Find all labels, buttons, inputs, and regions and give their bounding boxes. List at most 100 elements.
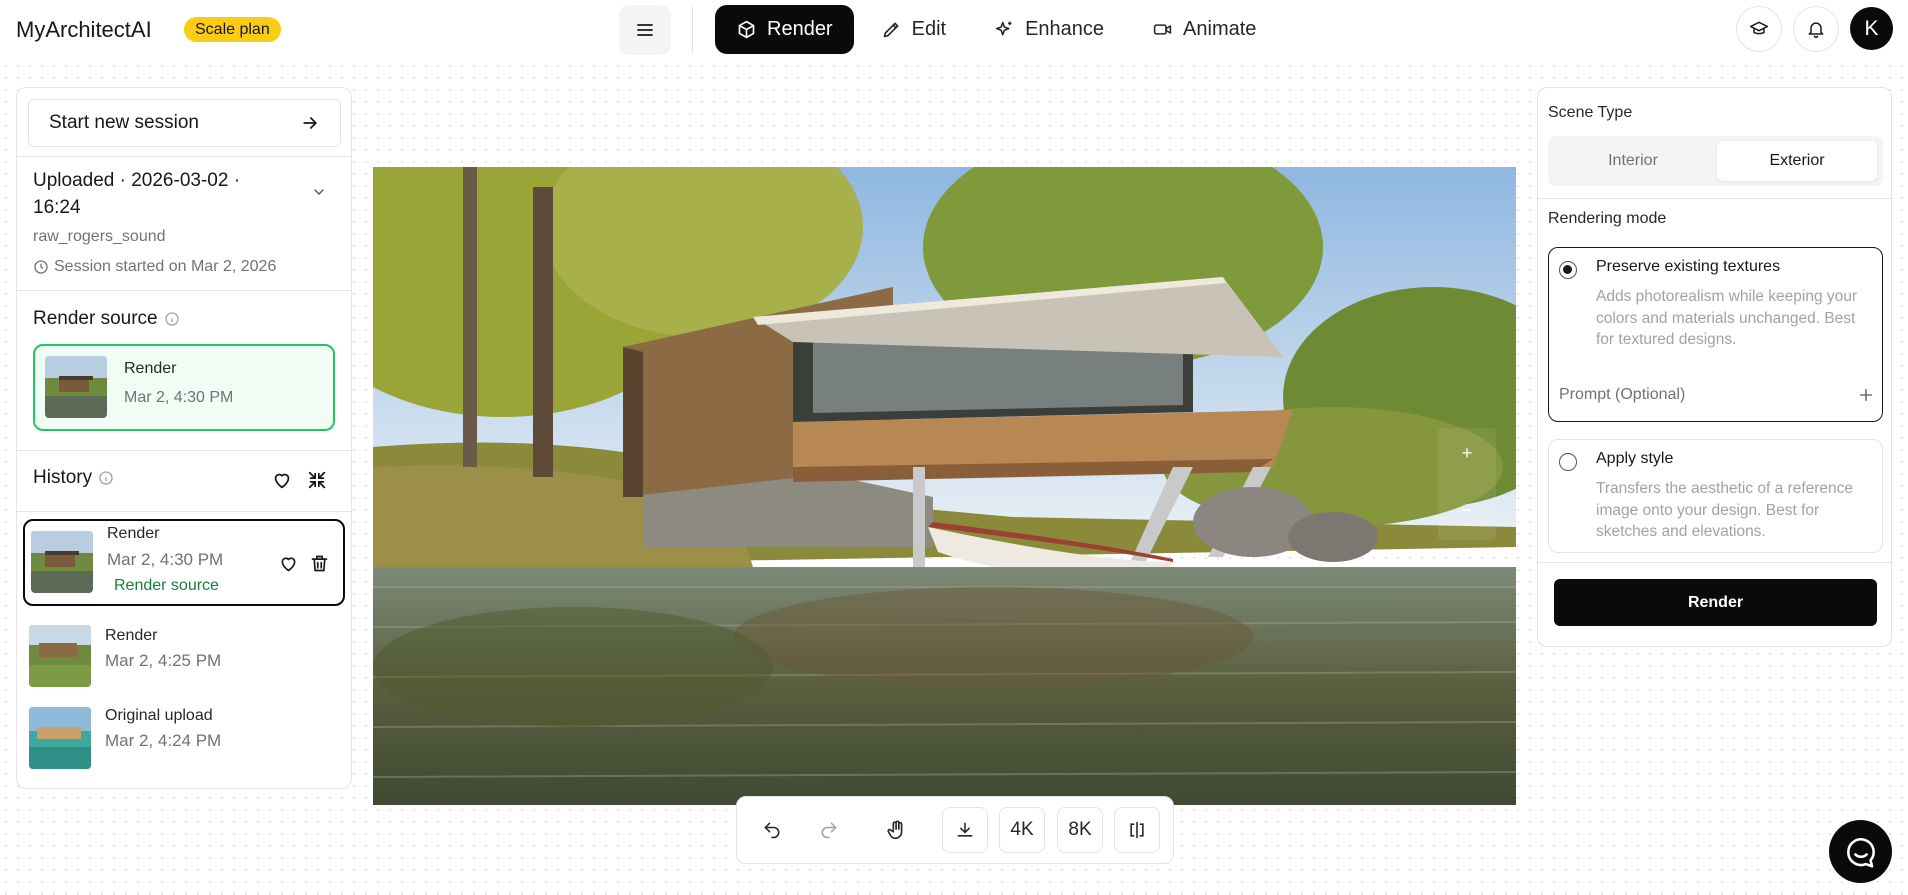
pencil-icon — [883, 22, 899, 38]
zoom-controls: + − — [1438, 428, 1496, 540]
chevron-down-icon[interactable] — [311, 184, 327, 200]
zoom-out-button[interactable]: − — [1438, 500, 1496, 521]
history-item[interactable]: Original upload Mar 2, 4:24 PM — [23, 701, 345, 788]
tab-enhance-label: Enhance — [1025, 18, 1105, 40]
render-source-thumbnail — [45, 356, 107, 418]
chat-icon — [1846, 837, 1875, 868]
divider — [692, 6, 693, 54]
divider — [17, 290, 351, 291]
history-thumbnail — [29, 625, 91, 687]
start-new-session-button[interactable]: Start new session — [28, 99, 341, 147]
sparkle-icon — [995, 21, 1012, 36]
history-item-time: Mar 2, 4:30 PM — [107, 550, 224, 569]
history-title: History — [33, 467, 93, 488]
session-panel: Start new session Uploaded · 2026-03-02 … — [16, 87, 352, 789]
mode-preserve-card[interactable]: Preserve existing textures Adds photorea… — [1548, 247, 1883, 422]
upscale-4k-button[interactable]: 4K — [999, 807, 1045, 853]
mode-style-description: Transfers the aesthetic of a reference i… — [1596, 480, 1854, 540]
history-heading: History — [33, 467, 114, 489]
canvas-toolbar: 4K 8K — [736, 796, 1174, 864]
bell-icon — [1808, 22, 1824, 39]
start-new-session-label: Start new session — [49, 112, 199, 133]
top-bar: MyArchitectAI Scale plan Render Edit Enh… — [0, 0, 1908, 60]
arrow-right-icon — [303, 117, 317, 129]
menu-button[interactable] — [619, 5, 671, 55]
divider — [17, 511, 351, 512]
render-button[interactable]: Render — [1554, 579, 1877, 626]
notifications-button[interactable] — [1793, 6, 1839, 52]
tab-render-label: Render — [767, 18, 833, 40]
settings-panel: Scene Type Interior Exterior Rendering m… — [1537, 87, 1893, 647]
tab-edit-label: Edit — [911, 18, 947, 40]
history-thumbnail — [29, 707, 91, 769]
history-item-actions — [278, 553, 330, 574]
history-item[interactable]: Render Mar 2, 4:30 PM Render source — [23, 519, 345, 606]
tutorials-button[interactable] — [1736, 6, 1782, 52]
collapse-icon[interactable] — [306, 469, 328, 491]
hand-icon — [887, 820, 903, 840]
info-icon[interactable] — [164, 311, 180, 327]
session-started-text: Session started on Mar 2, 2026 — [54, 258, 277, 275]
radio-selected[interactable] — [1559, 261, 1577, 279]
history-item-label: Original upload — [105, 707, 213, 724]
tab-animate[interactable]: Animate — [1131, 5, 1277, 54]
download-icon — [957, 822, 973, 837]
render-source-label: Render — [124, 360, 177, 377]
mode-preserve-title: Preserve existing textures — [1596, 258, 1781, 275]
render-source-card[interactable]: Render Mar 2, 4:30 PM — [33, 344, 335, 431]
undo-icon — [764, 822, 780, 839]
history-item-time: Mar 2, 4:25 PM — [105, 651, 222, 670]
render-source-time: Mar 2, 4:30 PM — [124, 389, 234, 406]
scene-exterior-option[interactable]: Exterior — [1717, 141, 1877, 181]
rendering-mode-label: Rendering mode — [1548, 210, 1667, 227]
mode-style-card[interactable]: Apply style Transfers the aesthetic of a… — [1548, 439, 1883, 553]
history-item-label: Render — [107, 525, 160, 542]
tab-render[interactable]: Render — [715, 5, 854, 54]
chat-support-button[interactable] — [1829, 820, 1892, 883]
divider — [1538, 562, 1893, 563]
trash-icon[interactable] — [309, 553, 330, 574]
redo-icon — [821, 822, 837, 839]
compare-icon — [1130, 821, 1144, 839]
heart-icon[interactable] — [278, 553, 299, 574]
info-icon[interactable] — [98, 470, 114, 486]
top-right-actions: K — [1736, 6, 1893, 52]
user-avatar[interactable]: K — [1850, 7, 1893, 50]
tab-enhance[interactable]: Enhance — [973, 5, 1125, 54]
compare-button[interactable] — [1114, 807, 1160, 853]
upload-title: Uploaded · 2026-03-02 · 16:24 — [33, 170, 241, 218]
scene-type-label: Scene Type — [1548, 104, 1633, 121]
divider — [17, 450, 351, 451]
pan-button[interactable] — [874, 807, 920, 853]
scene-interior-option[interactable]: Interior — [1553, 141, 1713, 181]
render-preview-image[interactable] — [373, 167, 1516, 805]
download-button[interactable] — [942, 807, 988, 853]
heart-icon[interactable] — [271, 469, 293, 491]
redo-button[interactable] — [806, 807, 852, 853]
clock-icon — [34, 260, 48, 274]
upscale-8k-button[interactable]: 8K — [1057, 807, 1103, 853]
history-actions — [271, 469, 328, 491]
graduation-cap-icon — [1749, 21, 1769, 35]
plus-icon[interactable] — [1858, 387, 1874, 403]
radio-unselected[interactable] — [1559, 453, 1577, 471]
history-thumbnail — [31, 531, 93, 593]
mode-preserve-description: Adds photorealism while keeping your col… — [1596, 288, 1858, 348]
tab-animate-label: Animate — [1183, 18, 1257, 40]
divider — [17, 156, 351, 157]
history-item-time: Mar 2, 4:24 PM — [105, 731, 222, 750]
prompt-optional-row[interactable]: Prompt (Optional) — [1559, 386, 1874, 404]
undo-button[interactable] — [749, 807, 795, 853]
hamburger-icon — [637, 24, 653, 36]
plan-badge[interactable]: Scale plan — [184, 17, 281, 42]
upload-filename: raw_rogers_sound — [33, 228, 166, 245]
zoom-in-button[interactable]: + — [1438, 443, 1496, 464]
history-item[interactable]: Render Mar 2, 4:25 PM — [23, 619, 345, 706]
mode-tabs: Render Edit Enhance Animate — [715, 5, 1277, 54]
brand-logo[interactable]: MyArchitectAI — [16, 17, 152, 43]
tab-edit[interactable]: Edit — [860, 5, 967, 54]
prompt-optional-label: Prompt (Optional) — [1559, 386, 1686, 403]
video-icon — [1153, 24, 1172, 35]
divider — [1538, 198, 1893, 199]
render-source-heading: Render source — [33, 308, 180, 330]
